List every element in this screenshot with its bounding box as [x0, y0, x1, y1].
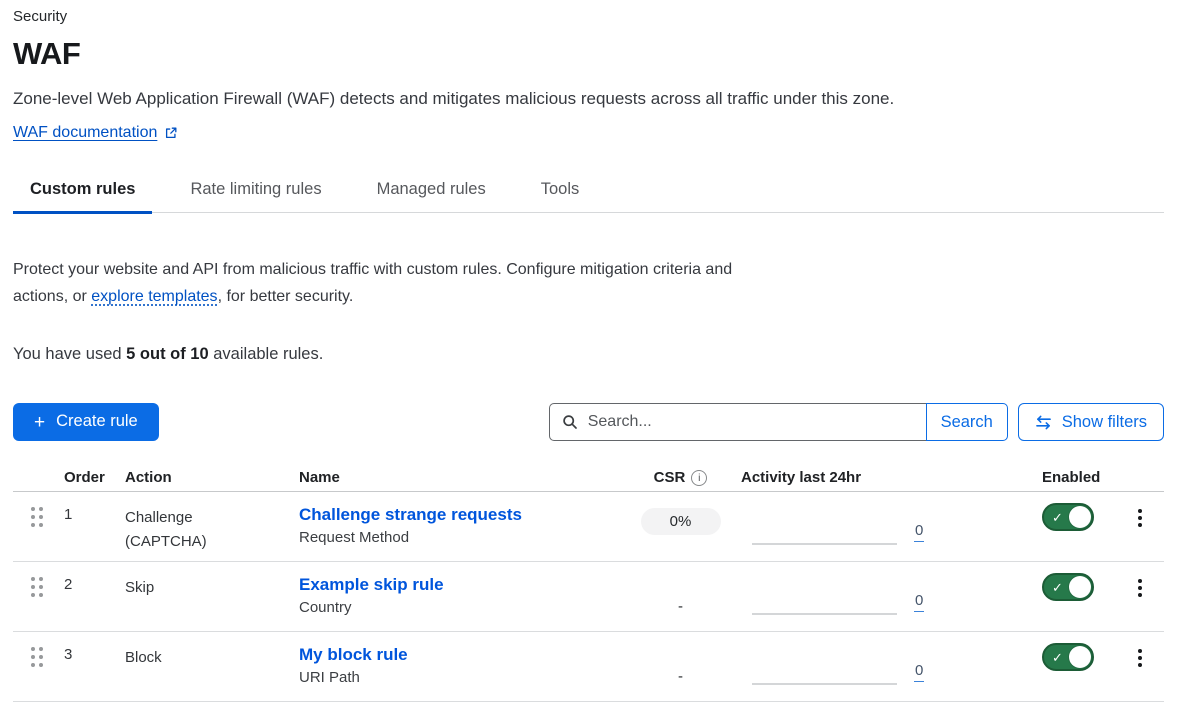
- create-rule-button[interactable]: + Create rule: [13, 403, 159, 441]
- header-action: Action: [125, 469, 299, 486]
- toggle-knob: [1069, 576, 1091, 598]
- header-name: Name: [299, 469, 620, 486]
- rule-order: 2: [64, 562, 125, 593]
- tab-bar: Custom rules Rate limiting rules Managed…: [13, 180, 1164, 213]
- waf-documentation-link[interactable]: WAF documentation: [13, 123, 157, 143]
- plus-icon: +: [34, 413, 45, 432]
- activity-sparkline: [752, 578, 897, 615]
- rule-name-link[interactable]: Challenge strange requests: [299, 503, 522, 526]
- rule-match-field: Request Method: [299, 529, 620, 546]
- page-description: Zone-level Web Application Firewall (WAF…: [13, 87, 1164, 110]
- intro-paragraph: Protect your website and API from malici…: [13, 256, 758, 310]
- toggle-knob: [1069, 506, 1091, 528]
- check-icon: ✓: [1052, 511, 1063, 524]
- header-order: Order: [64, 469, 125, 486]
- rule-match-field: Country: [299, 599, 620, 616]
- csr-value: 0%: [641, 508, 721, 535]
- rule-match-field: URI Path: [299, 669, 620, 686]
- rule-order: 1: [64, 492, 125, 523]
- tab-rate-limiting-rules[interactable]: Rate limiting rules: [173, 180, 338, 212]
- table-row: 3 Block My block rule URI Path - 0 ✓: [13, 632, 1164, 702]
- usage-suffix: available rules.: [209, 345, 324, 363]
- activity-sparkline: [752, 648, 897, 685]
- header-activity: Activity last 24hr: [741, 469, 1010, 486]
- table-body: 1 Challenge (CAPTCHA) Challenge strange …: [13, 492, 1164, 702]
- check-icon: ✓: [1052, 581, 1063, 594]
- info-icon[interactable]: i: [691, 470, 707, 486]
- table-row: 1 Challenge (CAPTCHA) Challenge strange …: [13, 492, 1164, 562]
- search-icon: [562, 414, 578, 430]
- page-title: WAF: [13, 36, 1164, 72]
- check-icon: ✓: [1052, 651, 1063, 664]
- rule-name-link[interactable]: Example skip rule: [299, 573, 444, 596]
- rules-table: Order Action Name CSR i Activity last 24…: [13, 469, 1164, 702]
- toggle-knob: [1069, 646, 1091, 668]
- tab-tools[interactable]: Tools: [524, 180, 597, 212]
- enabled-toggle[interactable]: ✓: [1042, 573, 1094, 601]
- usage-line: You have used 5 out of 10 available rule…: [13, 344, 1164, 365]
- waf-page: Security WAF Zone-level Web Application …: [0, 0, 1177, 702]
- drag-handle-icon[interactable]: [31, 507, 43, 527]
- table-header: Order Action Name CSR i Activity last 24…: [13, 469, 1164, 492]
- usage-count: 5 out of 10: [126, 345, 209, 363]
- kebab-menu-icon[interactable]: [1136, 647, 1144, 669]
- activity-count-link[interactable]: 0: [914, 521, 924, 542]
- kebab-menu-icon[interactable]: [1136, 507, 1144, 529]
- activity-count-link[interactable]: 0: [914, 661, 924, 682]
- activity-sparkline: [752, 508, 897, 545]
- search-group: Search: [549, 403, 1008, 441]
- external-link-icon: [164, 126, 178, 140]
- csr-value: -: [678, 576, 683, 615]
- show-filters-button[interactable]: Show filters: [1018, 403, 1164, 441]
- csr-value: -: [678, 646, 683, 685]
- filter-arrows-icon: [1035, 415, 1052, 430]
- rule-action: Block: [125, 632, 245, 670]
- explore-templates-link[interactable]: explore templates: [91, 288, 217, 305]
- tab-custom-rules[interactable]: Custom rules: [13, 180, 152, 212]
- usage-prefix: You have used: [13, 345, 126, 363]
- kebab-menu-icon[interactable]: [1136, 577, 1144, 599]
- rule-action: Challenge (CAPTCHA): [125, 492, 245, 554]
- header-csr: CSR i: [620, 469, 741, 486]
- enabled-toggle[interactable]: ✓: [1042, 503, 1094, 531]
- table-row: 2 Skip Example skip rule Country - 0 ✓: [13, 562, 1164, 632]
- drag-handle-icon[interactable]: [31, 647, 43, 667]
- activity-count-link[interactable]: 0: [914, 591, 924, 612]
- search-input[interactable]: [549, 403, 926, 441]
- breadcrumb-security: Security: [13, 8, 1164, 26]
- rule-action: Skip: [125, 562, 245, 600]
- show-filters-label: Show filters: [1062, 413, 1147, 432]
- doc-link-row: WAF documentation: [13, 123, 1164, 143]
- header-csr-label: CSR: [654, 469, 686, 486]
- toolbar-right: Search Show filters: [549, 403, 1164, 441]
- tab-managed-rules[interactable]: Managed rules: [360, 180, 503, 212]
- create-rule-label: Create rule: [56, 412, 138, 431]
- rule-order: 3: [64, 632, 125, 663]
- intro-text-after: , for better security.: [218, 288, 354, 305]
- header-enabled: Enabled: [1010, 469, 1115, 486]
- search-wrap: [549, 403, 926, 441]
- drag-handle-icon[interactable]: [31, 577, 43, 597]
- enabled-toggle[interactable]: ✓: [1042, 643, 1094, 671]
- rule-name-link[interactable]: My block rule: [299, 643, 408, 666]
- search-button[interactable]: Search: [926, 403, 1008, 441]
- toolbar: + Create rule Search: [13, 403, 1164, 441]
